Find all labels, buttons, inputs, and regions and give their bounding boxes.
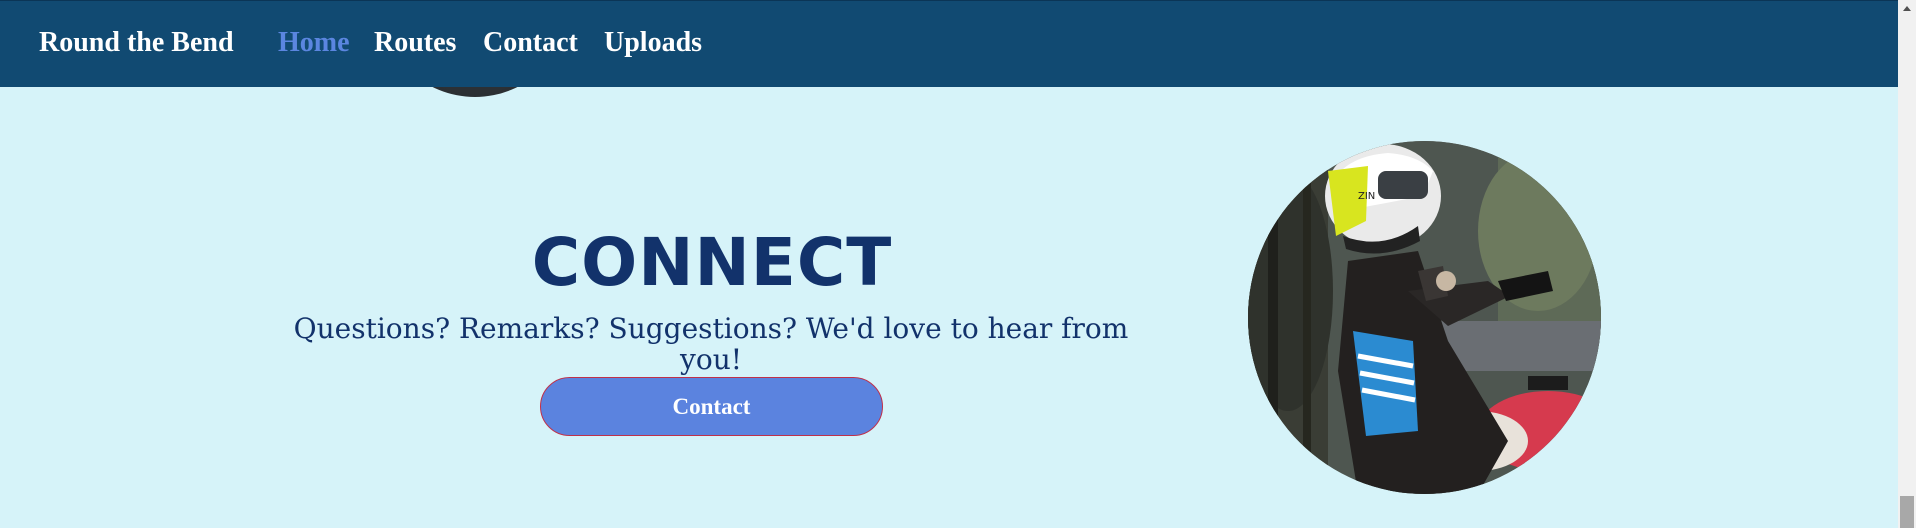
svg-text:ZIN: ZIN <box>1358 191 1375 202</box>
contact-button[interactable]: Contact <box>540 377 883 436</box>
nav-link-uploads[interactable]: Uploads <box>604 27 702 59</box>
nav-link-routes[interactable]: Routes <box>374 27 456 59</box>
nav-link-contact[interactable]: Contact <box>483 27 578 59</box>
chevron-up-icon[interactable] <box>1898 0 1916 17</box>
nav-link-home[interactable]: Home <box>278 27 350 59</box>
scrollbar-thumb[interactable] <box>1900 496 1914 528</box>
top-navbar: Round the Bend Home Routes Contact Uploa… <box>0 0 1898 87</box>
connect-heading: CONNECT <box>531 224 893 302</box>
brand-title[interactable]: Round the Bend <box>39 27 234 59</box>
page: Round the Bend Home Routes Contact Uploa… <box>0 0 1916 528</box>
motorcyclist-illustration: ZIN <box>1248 141 1601 494</box>
connect-subtext: Questions? Remarks? Suggestions? We'd lo… <box>293 312 1129 376</box>
motorcyclist-photo: ZIN <box>1248 141 1601 494</box>
vertical-scrollbar[interactable] <box>1898 0 1916 528</box>
